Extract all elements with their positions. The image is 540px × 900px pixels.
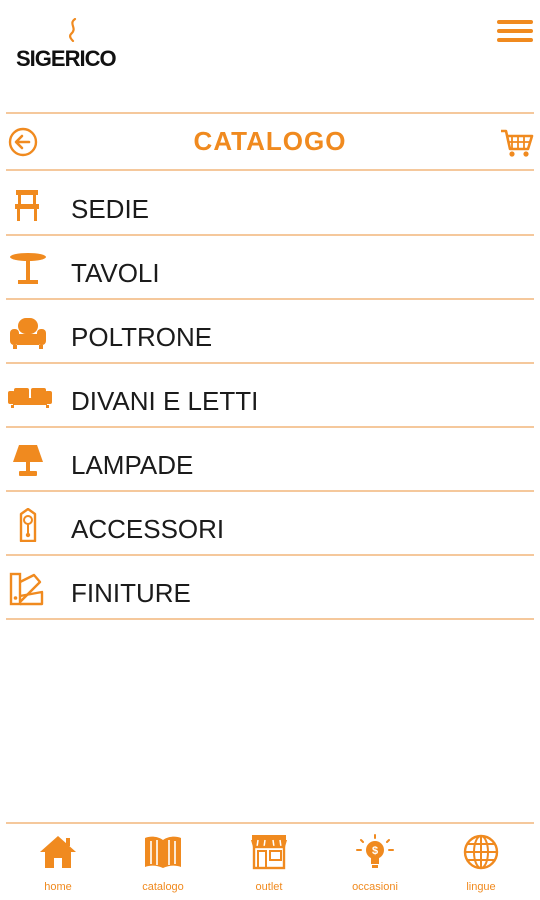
nav-label: home bbox=[44, 881, 72, 893]
store-icon bbox=[251, 835, 287, 870]
lamp-icon bbox=[8, 444, 48, 478]
bottom-nav: home catalogo outlet $ occasioni lingue bbox=[0, 820, 540, 900]
nav-lingue[interactable]: lingue bbox=[431, 834, 531, 900]
bottom-nav-divider bbox=[6, 822, 534, 824]
cart-icon[interactable] bbox=[500, 127, 534, 159]
header-divider bbox=[6, 169, 534, 171]
nav-label: occasioni bbox=[352, 881, 398, 893]
nav-catalogo[interactable]: catalogo bbox=[113, 834, 213, 900]
svg-text:$: $ bbox=[372, 845, 378, 857]
nav-label: catalogo bbox=[142, 881, 184, 893]
nav-label: outlet bbox=[255, 881, 283, 893]
top-bar: SIGERICO bbox=[0, 0, 540, 112]
nav-occasioni[interactable]: $ occasioni bbox=[325, 834, 425, 900]
home-icon bbox=[40, 836, 76, 868]
nav-home[interactable]: home bbox=[8, 834, 108, 900]
catalog-item-lampade[interactable]: LAMPADE bbox=[0, 428, 540, 492]
book-icon bbox=[145, 836, 181, 868]
nav-label: lingue bbox=[466, 881, 496, 893]
catalog-item-poltrone[interactable]: POLTRONE bbox=[0, 300, 540, 364]
sigerico-logo[interactable]: SIGERICO bbox=[16, 18, 131, 73]
catalog-list: SEDIE TAVOLI POLTRONE DIVANI E LETTI LAM… bbox=[0, 172, 540, 620]
nav-outlet[interactable]: outlet bbox=[219, 834, 319, 900]
list-divider bbox=[6, 618, 534, 620]
page-title: CATALOGO bbox=[193, 126, 347, 156]
chair-icon bbox=[8, 188, 48, 222]
catalog-item-tavoli[interactable]: TAVOLI bbox=[0, 236, 540, 300]
hamburger-menu-icon[interactable] bbox=[497, 20, 535, 46]
catalog-header: CATALOGO bbox=[0, 114, 540, 170]
clock-icon bbox=[8, 507, 48, 543]
catalog-item-label: LAMPADE bbox=[71, 450, 194, 480]
catalog-item-label: TAVOLI bbox=[71, 258, 160, 288]
catalog-item-label: DIVANI E LETTI bbox=[71, 386, 259, 416]
logo-flame-icon bbox=[69, 18, 77, 42]
catalog-item-label: POLTRONE bbox=[71, 322, 213, 352]
sofa-icon bbox=[8, 380, 52, 414]
catalog-item-accessori[interactable]: ACCESSORI bbox=[0, 492, 540, 556]
logo-text: SIGERICO bbox=[16, 46, 117, 71]
catalog-item-label: FINITURE bbox=[71, 578, 191, 608]
armchair-icon bbox=[8, 316, 48, 350]
lightbulb-icon: $ bbox=[356, 834, 394, 868]
catalog-item-label: ACCESSORI bbox=[71, 514, 225, 544]
catalog-item-divani-e-letti[interactable]: DIVANI E LETTI bbox=[0, 364, 540, 428]
globe-icon bbox=[463, 834, 499, 870]
swatch-icon bbox=[8, 572, 48, 606]
catalog-item-sedie[interactable]: SEDIE bbox=[0, 172, 540, 236]
table-icon bbox=[8, 252, 48, 286]
catalog-item-label: SEDIE bbox=[71, 194, 150, 224]
catalog-item-finiture[interactable]: FINITURE bbox=[0, 556, 540, 620]
